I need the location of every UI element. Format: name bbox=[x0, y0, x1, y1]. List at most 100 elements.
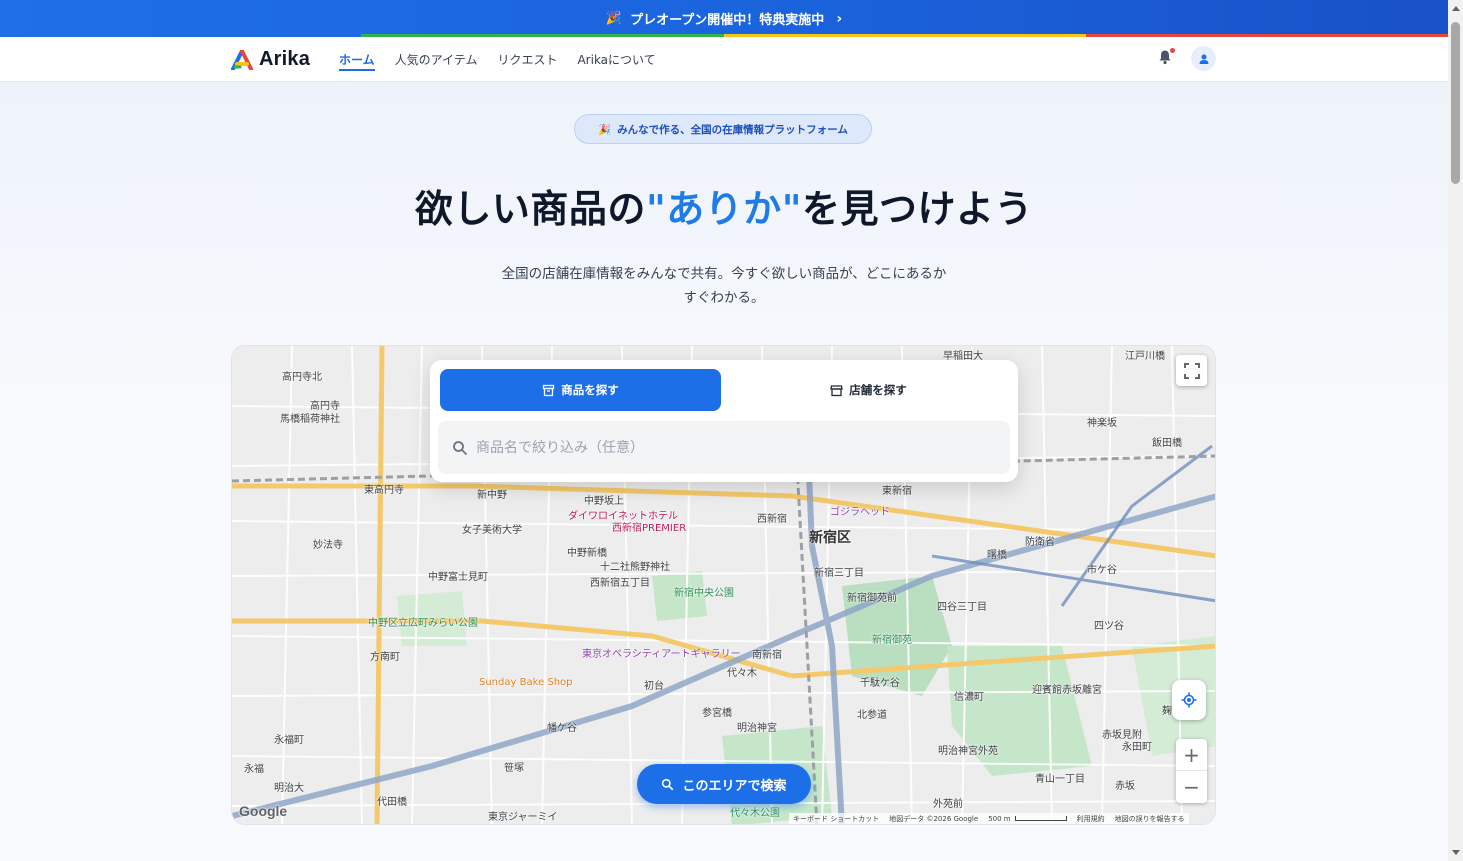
chevron-right-icon: › bbox=[836, 10, 843, 27]
tab-search-products-label: 商品を探す bbox=[561, 383, 619, 397]
map-label: 江戸川橋 bbox=[1125, 351, 1165, 362]
nav-item-popular[interactable]: 人気のアイテム bbox=[395, 37, 478, 82]
store-icon bbox=[830, 384, 844, 396]
map-label: 東京ジャーミイ bbox=[488, 812, 558, 823]
product-filter-input[interactable] bbox=[476, 439, 976, 456]
page-scrollbar[interactable] bbox=[1448, 0, 1463, 861]
nav-item-home[interactable]: ホーム bbox=[339, 37, 375, 82]
map-label: 西新宿 bbox=[757, 514, 787, 525]
crosshair-location-icon bbox=[1181, 692, 1197, 708]
map-attribution: キーボード ショートカット 地図データ ©2026 Google 500 m 利… bbox=[789, 813, 1189, 824]
map-label: Sunday Bake Shop bbox=[479, 677, 573, 688]
map-label: 新宿中央公園 bbox=[674, 588, 734, 599]
map-label: 曙橋 bbox=[987, 550, 1007, 561]
search-icon bbox=[662, 778, 674, 790]
map-label: 信濃町 bbox=[954, 692, 984, 703]
party-popper-icon: 🎉 bbox=[598, 123, 612, 136]
map-label: 新宿三丁目 bbox=[814, 568, 864, 579]
terms-link[interactable]: 利用規約 bbox=[1077, 814, 1105, 824]
map-label: 新宿区 bbox=[809, 530, 851, 546]
map-label: 永福町 bbox=[274, 735, 304, 746]
notification-dot bbox=[1170, 48, 1175, 53]
my-location-button[interactable] bbox=[1172, 680, 1206, 720]
map-label: 飯田橋 bbox=[1152, 438, 1182, 449]
hero-subtitle: 全国の店舗在庫情報をみんなで共有。今すぐ欲しい商品が、どこにあるか すぐわかる。 bbox=[501, 266, 947, 306]
map-label: 市ケ谷 bbox=[1087, 565, 1117, 576]
announcement-bar[interactable]: 🎉 プレオープン開催中！特典実施中 › bbox=[0, 0, 1448, 37]
map-label: 笹塚 bbox=[504, 763, 524, 774]
site-header: Arika ホーム 人気のアイテム リクエスト Arikaについて bbox=[0, 37, 1448, 82]
map-label: 代田橋 bbox=[377, 797, 407, 808]
map-label: 東高円寺 bbox=[364, 485, 404, 496]
map-label: 中野富士見町 bbox=[428, 572, 488, 583]
map-label: 高円寺北 bbox=[282, 372, 322, 383]
map-label: 代々木 bbox=[727, 668, 757, 679]
announcement-text: プレオープン開催中！特典実施中 bbox=[630, 13, 825, 28]
scroll-down-arrow[interactable] bbox=[1452, 850, 1460, 855]
map-label: 中野新橋 bbox=[567, 548, 607, 559]
fullscreen-icon bbox=[1183, 362, 1200, 379]
map-label: 永田町 bbox=[1122, 742, 1152, 753]
tagline-badge: 🎉 みんなで作る、全国の在庫情報プラットフォーム bbox=[574, 114, 872, 144]
map-label: 西新宿五丁目 bbox=[590, 578, 650, 589]
box-icon bbox=[543, 384, 555, 396]
map-label: 四谷三丁目 bbox=[937, 602, 987, 613]
zoom-in-button[interactable]: + bbox=[1176, 739, 1207, 771]
party-popper-icon: 🎉 bbox=[605, 11, 623, 26]
keyboard-shortcuts-link[interactable]: キーボード ショートカット bbox=[793, 814, 879, 824]
scrollbar-thumb[interactable] bbox=[1451, 22, 1460, 184]
nav-item-request[interactable]: リクエスト bbox=[497, 37, 557, 82]
zoom-out-button[interactable]: − bbox=[1176, 771, 1207, 803]
map-label: 南新宿 bbox=[752, 650, 782, 661]
scroll-up-arrow[interactable] bbox=[1452, 6, 1460, 11]
tab-search-products[interactable]: 商品を探す bbox=[440, 369, 721, 411]
map-label: 千駄ケ谷 bbox=[860, 678, 900, 689]
map-label: 東新宿 bbox=[882, 486, 912, 497]
map-label: 明治大 bbox=[274, 783, 304, 794]
map-label: 幡ケ谷 bbox=[547, 723, 577, 734]
map-label: 新宿御苑 bbox=[872, 635, 912, 646]
zoom-controls: + − bbox=[1176, 739, 1207, 803]
map-label: 馬橋稲荷神社 bbox=[280, 414, 340, 425]
map-label: 中野区立広町みらい公園 bbox=[368, 618, 478, 629]
map-label: 十二社熊野神社 bbox=[600, 562, 670, 573]
arika-logo-icon bbox=[231, 49, 253, 70]
brand-name: Arika bbox=[259, 48, 311, 70]
main-nav: ホーム 人気のアイテム リクエスト Arikaについて bbox=[339, 37, 656, 82]
user-icon bbox=[1199, 54, 1208, 64]
map-label: 明治神宮外苑 bbox=[938, 746, 998, 757]
map-label: 東京オペラシティアートギャラリー bbox=[582, 649, 741, 660]
map-label: 外苑前 bbox=[933, 799, 963, 810]
search-this-area-label: このエリアで検索 bbox=[682, 778, 787, 794]
map-label: 妙法寺 bbox=[313, 540, 343, 551]
notification-bell-icon[interactable] bbox=[1157, 48, 1175, 67]
map-label: 中野坂上 bbox=[584, 496, 624, 507]
map-label: 女子美術大学 bbox=[462, 525, 522, 536]
map-label: 迎賓館赤坂離宮 bbox=[1032, 685, 1102, 696]
user-avatar-button[interactable] bbox=[1191, 46, 1216, 71]
map-label: 青山一丁目 bbox=[1035, 774, 1085, 785]
product-filter-field[interactable] bbox=[438, 421, 1010, 474]
tab-search-stores[interactable]: 店舗を探す bbox=[728, 369, 1009, 411]
map-label: 参宮橋 bbox=[702, 708, 732, 719]
search-panel: 商品を探す 店舗を探す bbox=[430, 360, 1018, 482]
map-label: 新中野 bbox=[477, 490, 507, 501]
map-label: 明治神宮 bbox=[737, 723, 777, 734]
map-label: 永福 bbox=[244, 764, 264, 775]
map-label: 新宿御苑前 bbox=[847, 593, 897, 604]
search-this-area-button[interactable]: このエリアで検索 bbox=[637, 764, 811, 804]
map-scale: 500 m bbox=[988, 815, 1067, 823]
brand-logo[interactable]: Arika bbox=[231, 48, 310, 71]
map-label: ゴジラヘッド bbox=[830, 507, 890, 518]
map-label: 赤坂 bbox=[1115, 781, 1135, 792]
tagline-text: みんなで作る、全国の在庫情報プラットフォーム bbox=[617, 123, 848, 136]
map-label: 方南町 bbox=[370, 652, 400, 663]
nav-item-about[interactable]: Arikaについて bbox=[577, 37, 655, 82]
map-label: 初台 bbox=[644, 681, 664, 692]
title-highlight: "ありか" bbox=[645, 187, 803, 231]
report-error-link[interactable]: 地図の誤りを報告する bbox=[1115, 814, 1185, 824]
map-label: 西新宿PREMIER bbox=[612, 523, 687, 534]
fullscreen-button[interactable] bbox=[1176, 355, 1207, 386]
tab-search-stores-label: 店舗を探す bbox=[849, 383, 907, 397]
map-label: 四ツ谷 bbox=[1094, 621, 1124, 632]
